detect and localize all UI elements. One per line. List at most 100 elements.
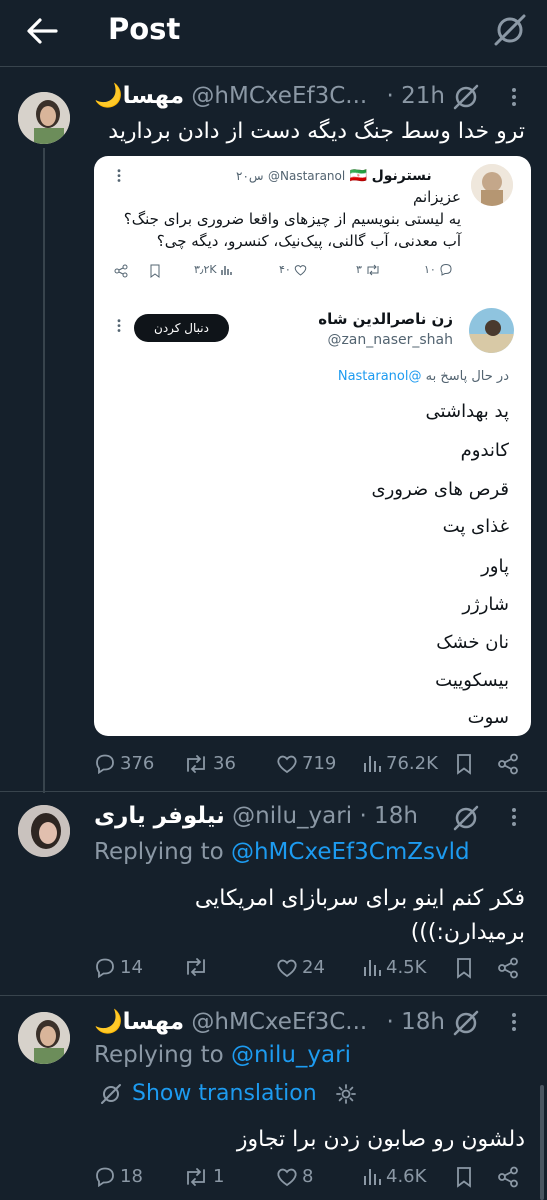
handle[interactable]: @hMCxeEf3C... <box>191 1009 367 1035</box>
reply-icon <box>96 754 114 774</box>
repost-button[interactable]: 36 <box>183 753 236 774</box>
reply-button[interactable]: 376 <box>94 753 154 774</box>
quoted-views-count: ۳٫۲K <box>194 263 217 276</box>
tweet-text: ترو خدا وسط جنگ دیگه دست از دادن بردارید <box>108 119 525 144</box>
avatar-photo <box>18 1012 70 1064</box>
views-icon <box>220 265 232 275</box>
views-count: 4.5K <box>386 957 427 978</box>
thread-line <box>43 148 45 793</box>
like-count: 24 <box>302 957 325 978</box>
heart-icon <box>277 1168 297 1186</box>
grok-button[interactable] <box>452 1009 480 1041</box>
gear-icon <box>335 1083 356 1104</box>
grok-button[interactable] <box>452 804 480 836</box>
show-translation-label: Show translation <box>132 1081 317 1106</box>
share-button[interactable] <box>497 957 519 979</box>
heart-icon <box>277 755 297 773</box>
display-name[interactable]: مهسا <box>123 1009 184 1035</box>
grok-icon <box>453 805 479 831</box>
views-count: 4.6K <box>386 1166 427 1187</box>
display-name[interactable]: نیلوفر یاری <box>94 803 225 829</box>
list-item: پد بهداشتی <box>425 401 509 422</box>
reply-icon <box>96 958 114 978</box>
quoted-author-line: ۲۰س @Nastaranol 🇮🇷 نسترنول <box>236 168 432 184</box>
quoted-views: ۳٫۲K <box>194 263 232 276</box>
list-item: سوت <box>467 707 509 728</box>
grok-button[interactable] <box>452 83 480 115</box>
quoted-time: ۲۰س <box>236 169 264 183</box>
reply-button[interactable]: 14 <box>94 957 143 978</box>
timestamp[interactable]: · 18h <box>359 803 417 829</box>
embed-reply-handle: @zan_naser_shah <box>327 332 453 348</box>
quoted-display-name: نسترنول <box>371 168 432 184</box>
repost-icon <box>187 1167 205 1186</box>
bookmark-button[interactable] <box>455 957 473 979</box>
like-button[interactable]: 24 <box>276 957 325 978</box>
quoted-avatar <box>471 164 513 206</box>
views-button[interactable]: 4.5K <box>362 957 426 978</box>
avatar[interactable] <box>18 92 70 144</box>
grok-button[interactable] <box>492 12 528 48</box>
replying-mention[interactable]: @hMCxeEf3CmZsvld <box>231 839 470 865</box>
more-options-button[interactable] <box>511 808 517 830</box>
like-count: 719 <box>302 753 337 774</box>
moon-emoji: 🌙 <box>94 1009 123 1035</box>
repost-button[interactable] <box>183 957 213 977</box>
list-item: قرص های ضروری <box>371 479 510 500</box>
embed-more-icon <box>117 319 121 334</box>
embed-replying-mention: @Nastaranol <box>337 369 422 384</box>
more-options-button[interactable] <box>511 1013 517 1035</box>
views-icon <box>364 959 381 976</box>
repost-icon <box>187 958 205 976</box>
handle[interactable]: @nilu_yari <box>232 803 352 829</box>
author-line: 🌙مهسا @hMCxeEf3C... · 18h <box>94 1008 445 1035</box>
bookmark-icon <box>457 1167 471 1188</box>
scrollbar[interactable] <box>540 1085 544 1200</box>
replying-line: Replying to @hMCxeEf3CmZsvld <box>94 839 470 865</box>
embedded-image[interactable]: ۲۰س @Nastaranol 🇮🇷 نسترنول عزیزانم یه لی… <box>94 156 531 736</box>
avatar[interactable] <box>18 1012 70 1064</box>
repost-button[interactable]: 1 <box>183 1166 224 1187</box>
reply-button[interactable]: 18 <box>94 1166 143 1187</box>
reply-count: 18 <box>120 1166 143 1187</box>
bookmark-icon <box>457 958 471 979</box>
replying-line: Replying to @nilu_yari <box>94 1042 351 1068</box>
handle[interactable]: @hMCxeEf3C... <box>191 83 367 109</box>
repost-icon <box>187 754 205 773</box>
like-button[interactable]: 719 <box>276 753 336 774</box>
views-button[interactable]: 76.2K <box>362 753 438 774</box>
embed-reply-name: زن ناصرالدین شاه <box>318 310 453 328</box>
tweet-text: دلشون رو صابون زدن برا تجاوز <box>236 1127 525 1152</box>
replying-mention[interactable]: @nilu_yari <box>231 1042 351 1068</box>
avatar[interactable] <box>18 805 70 857</box>
grok-icon <box>453 84 479 110</box>
back-button[interactable] <box>22 14 62 48</box>
author-line: 🌙مهسا @hMCxeEf3C... · 21h <box>94 82 445 109</box>
views-button[interactable]: 4.6K <box>362 1166 426 1187</box>
views-icon <box>364 1168 381 1185</box>
bookmark-button[interactable] <box>455 753 473 775</box>
list-item: نان خشک <box>436 632 509 653</box>
share-icon <box>498 957 518 979</box>
share-button[interactable] <box>497 1166 519 1188</box>
author-line: نیلوفر یاری @nilu_yari · 18h <box>94 803 418 829</box>
timestamp[interactable]: · 18h <box>387 1009 445 1035</box>
share-button[interactable] <box>497 753 519 775</box>
more-options-button[interactable] <box>511 88 517 110</box>
timestamp[interactable]: · 21h <box>387 83 445 109</box>
replying-prefix: Replying to <box>94 839 224 865</box>
reply-count: 376 <box>120 753 155 774</box>
repost-count: 1 <box>213 1166 225 1187</box>
back-arrow-icon <box>27 18 58 44</box>
quoted-text-line: یه لیستی بنویسیم از چیزهای واقعا ضروری ب… <box>123 210 461 228</box>
show-translation-button[interactable]: Show translation <box>100 1081 357 1106</box>
top-bar: Post <box>0 0 547 67</box>
replying-prefix: Replying to <box>94 1042 224 1068</box>
bookmark-button[interactable] <box>455 1166 473 1188</box>
list-item: غذای پت <box>442 516 509 537</box>
bookmark-icon <box>457 754 471 775</box>
views-icon <box>364 755 381 772</box>
display-name[interactable]: مهسا <box>123 83 184 109</box>
quoted-likes-count: ۴۰ <box>279 263 291 276</box>
like-button[interactable]: 8 <box>276 1166 313 1187</box>
